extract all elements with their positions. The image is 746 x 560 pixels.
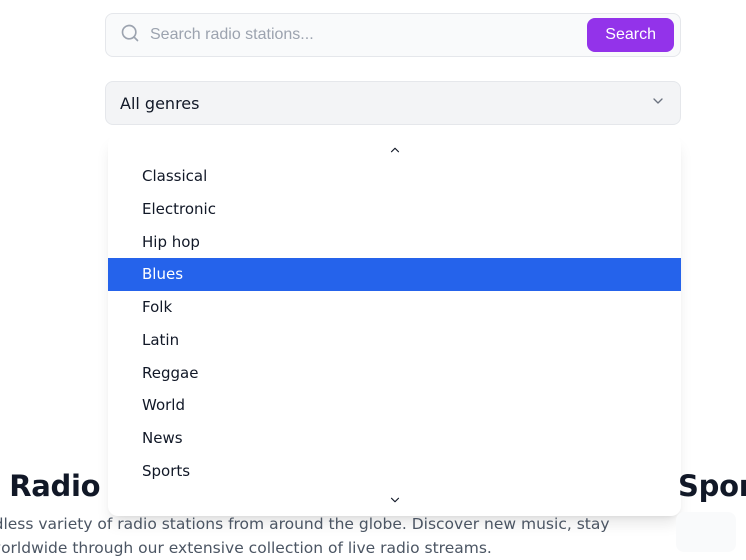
genre-option[interactable]: Latin xyxy=(108,324,681,357)
genre-option[interactable]: Hip hop xyxy=(108,226,681,259)
promo-heading-left: bal Radio xyxy=(0,469,100,503)
genre-option[interactable]: Electronic xyxy=(108,193,681,226)
chevron-down-icon xyxy=(650,93,666,113)
search-icon xyxy=(120,23,140,47)
genre-option[interactable]: Reggae xyxy=(108,357,681,390)
genre-dropdown: ClassicalElectronicHip hopBluesFolkLatin… xyxy=(108,134,681,516)
genre-combobox[interactable]: All genres xyxy=(105,81,681,125)
promo-body: an endless variety of radio stations fro… xyxy=(0,512,630,560)
genre-option[interactable]: Blues xyxy=(108,258,681,291)
search-bar: Search xyxy=(105,13,681,57)
scroll-up-button[interactable] xyxy=(108,140,681,160)
genre-option[interactable]: Classical xyxy=(108,160,681,193)
genre-combobox-value: All genres xyxy=(120,94,199,113)
genre-option[interactable]: World xyxy=(108,389,681,422)
sponsor-placeholder xyxy=(676,512,736,552)
promo-heading-right: Sponso xyxy=(678,469,746,503)
search-button[interactable]: Search xyxy=(587,18,674,52)
genre-option[interactable]: News xyxy=(108,422,681,455)
search-input[interactable] xyxy=(140,26,587,44)
genre-option[interactable]: Sports xyxy=(108,455,681,488)
genre-option[interactable]: Folk xyxy=(108,291,681,324)
scroll-down-button[interactable] xyxy=(108,490,681,510)
genre-options: ClassicalElectronicHip hopBluesFolkLatin… xyxy=(108,160,681,490)
